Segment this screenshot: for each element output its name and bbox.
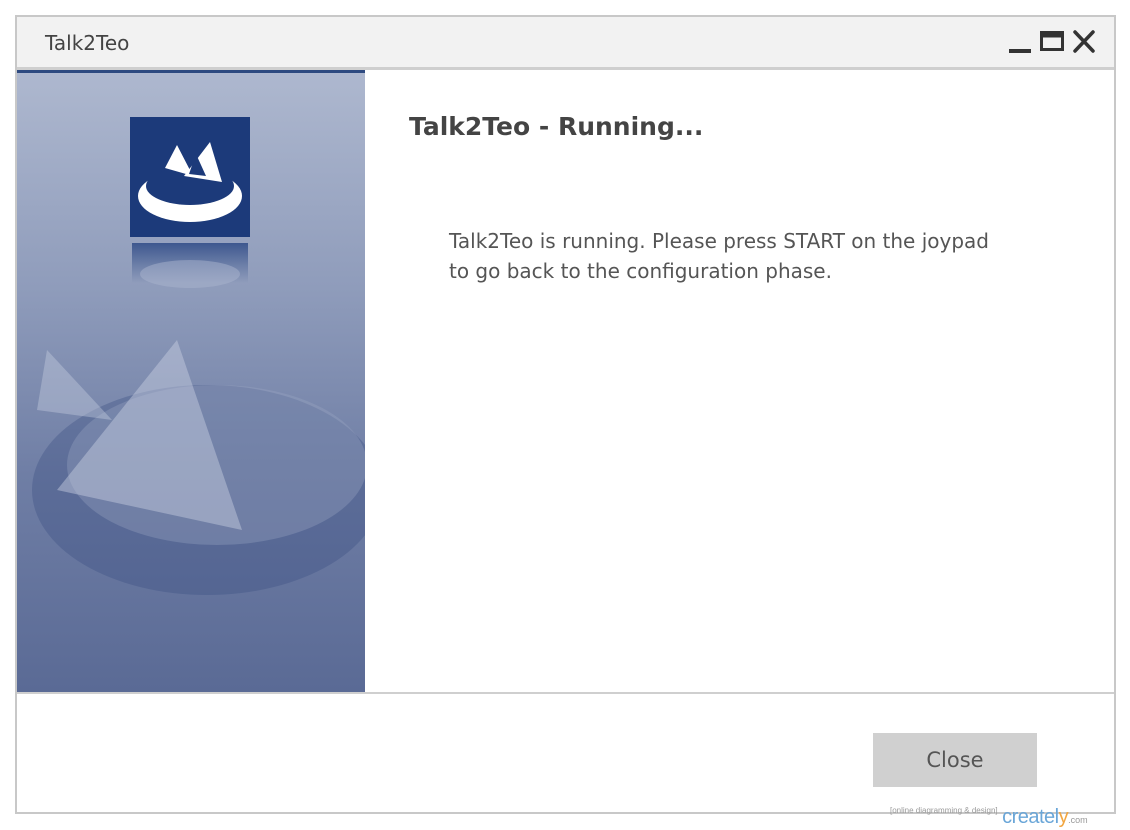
dialog-window: Talk2Teo Talk2Teo - Running... Talk2Teo …	[15, 15, 1116, 814]
watermark-domain: .com	[1068, 815, 1088, 825]
watermark-brand-prefix: createl	[1002, 806, 1059, 828]
minimize-icon[interactable]	[1007, 29, 1033, 55]
watermark-brand-y: y	[1058, 806, 1069, 828]
watermark-tagline: [online diagramming & design]	[890, 806, 998, 815]
close-button[interactable]: Close	[873, 733, 1037, 787]
creately-watermark: [online diagramming & design] creately.c…	[890, 806, 1088, 828]
maximize-icon[interactable]	[1039, 29, 1065, 55]
window-title: Talk2Teo	[45, 31, 130, 55]
banner-graphic	[32, 117, 365, 595]
sidebar-accent-line	[17, 70, 365, 73]
title-bar: Talk2Teo	[17, 17, 1114, 70]
status-message: Talk2Teo is running. Please press START …	[449, 229, 989, 283]
content-panel: Talk2Teo - Running... Talk2Teo is runnin…	[365, 70, 1114, 692]
watermark-brand: creately	[1002, 806, 1069, 828]
page-title: Talk2Teo - Running...	[409, 112, 704, 141]
sidebar-banner	[17, 70, 365, 693]
close-icon[interactable]	[1071, 29, 1097, 55]
app-logo	[130, 117, 250, 237]
footer-divider	[17, 692, 1114, 694]
